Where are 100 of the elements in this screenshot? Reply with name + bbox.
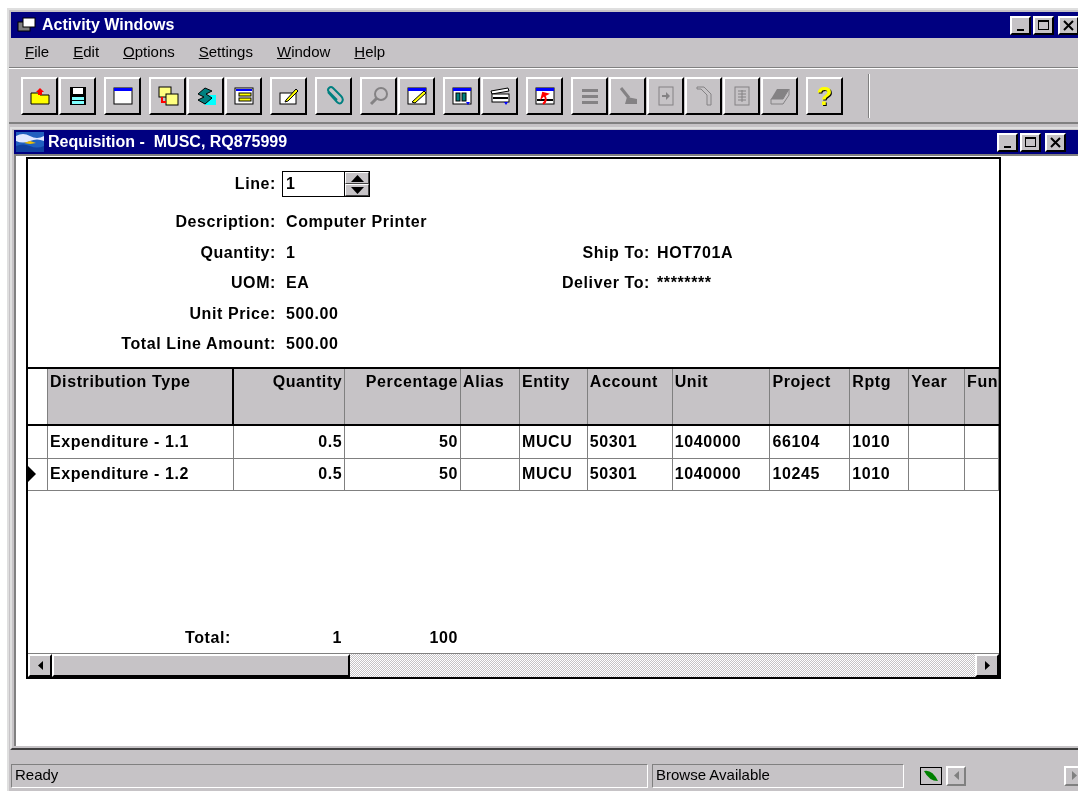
table-cell: 66104 (770, 426, 851, 458)
binoculars-icon (450, 85, 473, 107)
total-value: 100 (428, 628, 459, 648)
field-label: Unit Price: (188, 303, 277, 324)
down-triangle-icon (350, 186, 364, 194)
menu-item[interactable]: Options (112, 39, 186, 66)
toolbar-button[interactable] (481, 77, 518, 115)
toolbar-button[interactable] (149, 77, 186, 115)
field-value: 1 (285, 242, 297, 263)
toolbar-button[interactable] (187, 77, 224, 115)
toolbar-button[interactable] (104, 77, 141, 115)
horizontal-scrollbar[interactable] (28, 653, 999, 677)
table-cell: 1010 (850, 458, 910, 490)
menu-item[interactable]: File (14, 39, 61, 66)
leaf-icon (920, 766, 942, 785)
field-value: 500.00 (285, 303, 340, 324)
up-triangle-icon (350, 174, 364, 182)
minimize-button[interactable] (997, 132, 1018, 152)
field-value: HOT701A (656, 242, 734, 263)
table-cell: 0.5 (233, 426, 346, 458)
menu-item[interactable]: Window (265, 39, 342, 66)
status-panel: Ready (11, 763, 648, 788)
maximize-button[interactable] (1033, 15, 1054, 35)
scroll-right-button[interactable] (975, 654, 999, 677)
toolbar-button[interactable] (398, 77, 435, 115)
table-cell: 1040000 (672, 426, 771, 458)
scroll-left-button[interactable] (28, 654, 52, 677)
close-button[interactable] (1058, 15, 1078, 35)
total-value: 1 (331, 628, 343, 648)
minimize-icon (1004, 145, 1011, 148)
toolbar-button[interactable] (59, 77, 96, 115)
field-value: EA (285, 273, 311, 294)
column-header[interactable]: Quantity (233, 369, 346, 424)
column-header[interactable]: Account (587, 369, 673, 424)
folder-icon (28, 85, 51, 107)
column-header[interactable]: Entity (519, 369, 588, 424)
menu-item[interactable]: Settings (187, 39, 264, 66)
maximize-icon (1025, 137, 1036, 147)
column-header[interactable]: Rptg (850, 369, 910, 424)
field-label: Deliver To: (560, 273, 651, 294)
table-cell: Expenditure - 1.2 (47, 458, 234, 490)
field-value: ******** (656, 273, 712, 294)
left-triangle-icon (37, 661, 43, 670)
landscape-icon (16, 132, 44, 152)
column-header[interactable]: Fun (965, 369, 999, 424)
column-header[interactable]: Percentage (345, 369, 462, 424)
windows-arrow-icon (156, 85, 179, 107)
toolbar-button[interactable] (443, 77, 480, 115)
table-cell: 10245 (770, 458, 851, 490)
total-label: Total: (184, 628, 232, 648)
column-header[interactable]: Distribution Type (47, 369, 234, 424)
table-cell: MUCU (519, 458, 588, 490)
list-icon (232, 85, 255, 107)
column-header[interactable]: Unit (672, 369, 771, 424)
column-header[interactable]: Project (770, 369, 851, 424)
table-cell: MUCU (519, 426, 588, 458)
menu-item[interactable]: Help (343, 39, 397, 66)
table-cell: 50301 (587, 426, 673, 458)
toolbar-button[interactable] (21, 77, 58, 115)
maximize-icon (1038, 20, 1049, 30)
table-cell: 1040000 (672, 458, 771, 490)
table-cell: 50301 (587, 458, 673, 490)
maximize-button[interactable] (1020, 132, 1041, 152)
toolbar-button[interactable] (526, 77, 563, 115)
spin-up-button[interactable] (345, 172, 369, 184)
table-cell: Expenditure - 1.1 (47, 426, 234, 458)
spinner-value: 1 (285, 174, 297, 194)
field-label: Quantity: (199, 242, 277, 263)
right-triangle-icon (1071, 771, 1077, 780)
field-label: Ship To: (581, 242, 651, 263)
column-header[interactable]: Alias (461, 369, 520, 424)
toolbar-button[interactable] (270, 77, 307, 115)
menu-item[interactable]: Edit (62, 39, 111, 66)
field-value: 500.00 (285, 334, 340, 355)
line-spinner[interactable]: 1 (282, 171, 370, 197)
minimize-button[interactable] (1010, 15, 1031, 35)
close-icon (1063, 19, 1074, 31)
left-triangle-icon (953, 771, 959, 780)
close-icon (1050, 136, 1061, 148)
field-label: UOM: (229, 273, 277, 294)
column-header[interactable]: Year (909, 369, 966, 424)
header-corner (28, 369, 48, 424)
scrollbar-thumb[interactable] (52, 654, 350, 677)
toolbar-button[interactable] (315, 77, 352, 115)
status-panel: Browse Available (652, 763, 904, 788)
table-cell: 1010 (850, 426, 910, 458)
table-cell: 50 (345, 458, 462, 490)
right-triangle-icon (984, 661, 990, 670)
close-button[interactable] (1045, 132, 1066, 152)
field-label: Description: (174, 212, 277, 233)
windows-icon (17, 17, 37, 33)
field-value: Computer Printer (285, 212, 429, 233)
spin-down-button[interactable] (345, 184, 369, 196)
clapperboard-icon (488, 85, 511, 107)
window-title: Activity Windows (42, 15, 176, 35)
minimize-icon (1017, 28, 1024, 31)
pencil-window-icon (405, 85, 428, 107)
field-label: Total Line Amount: (120, 334, 277, 355)
toolbar-button[interactable] (225, 77, 262, 115)
row-selector[interactable] (28, 458, 48, 490)
